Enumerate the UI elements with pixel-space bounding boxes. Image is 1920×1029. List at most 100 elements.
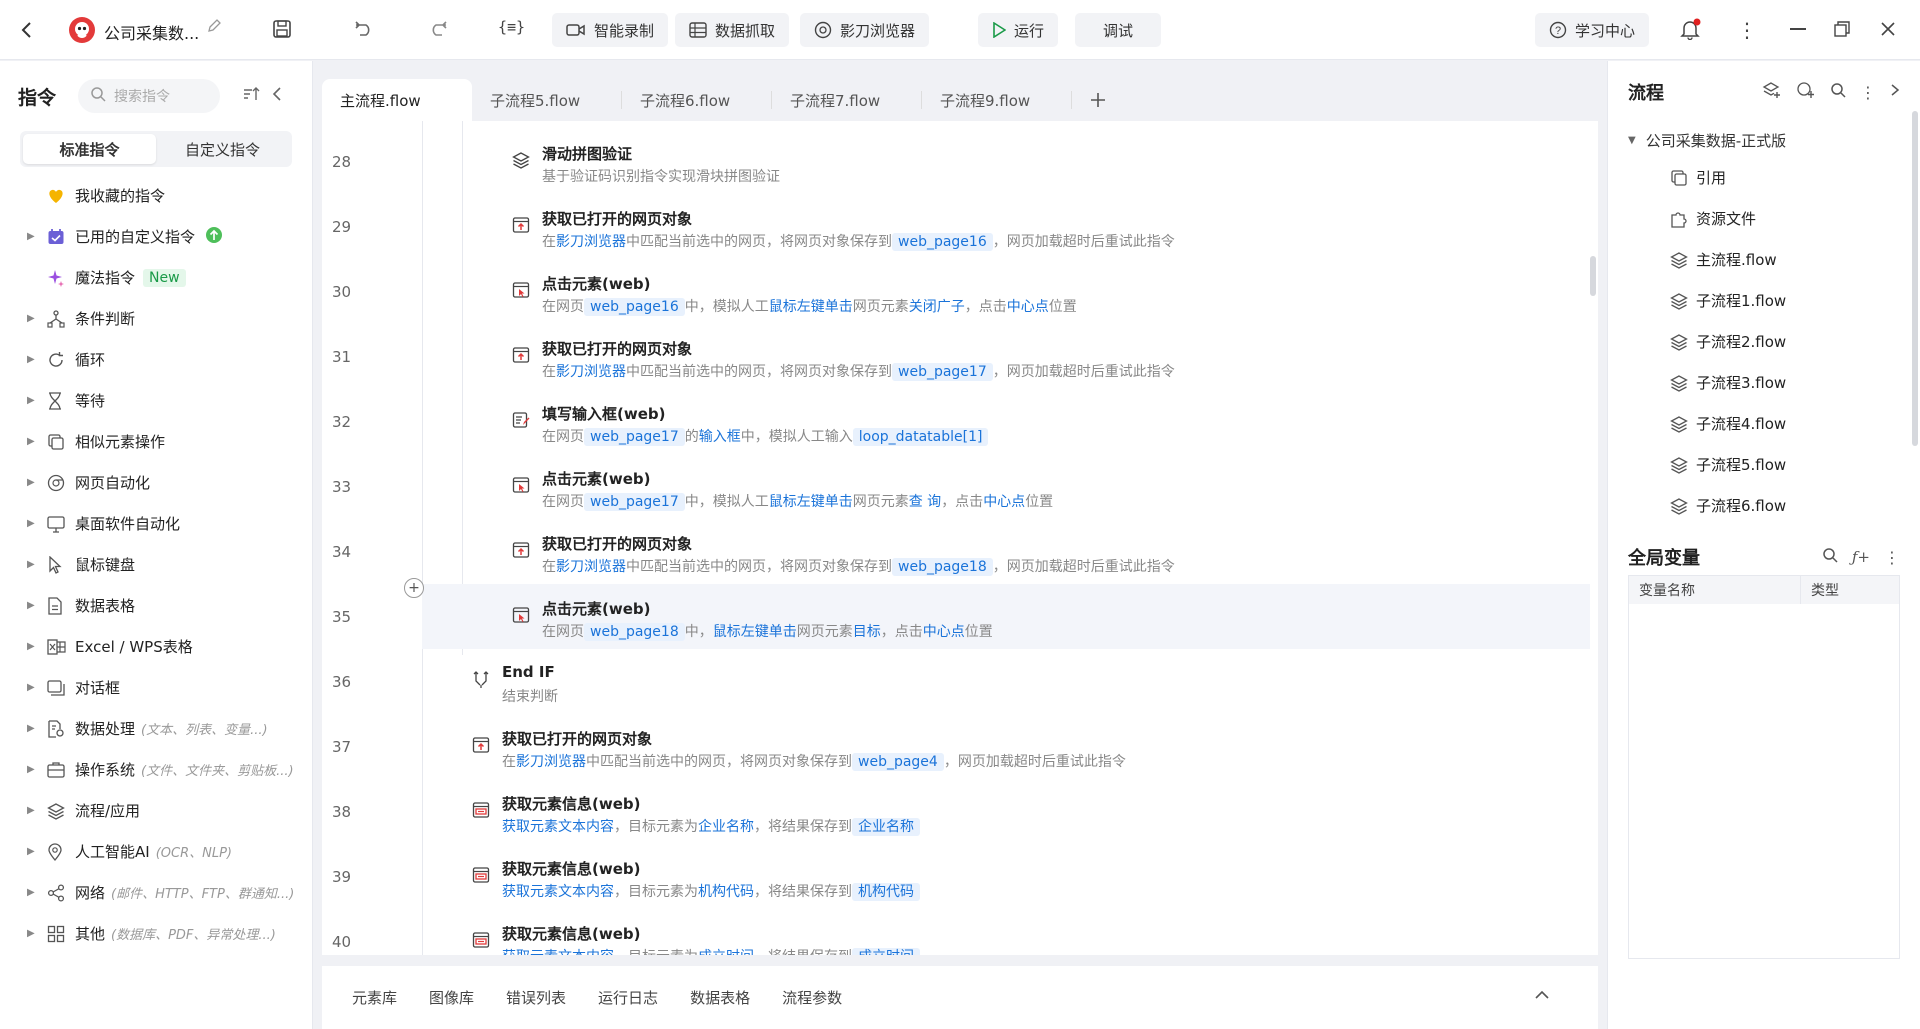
- command-category-item[interactable]: ▶ 桌面软件自动化: [0, 503, 312, 544]
- param-link[interactable]: 输入框: [699, 429, 741, 445]
- bottom-tab[interactable]: 图像库: [429, 987, 474, 1008]
- project-tree-root[interactable]: ▼ 公司采集数据-正式版: [1608, 123, 1920, 157]
- command-category-item[interactable]: ▶ 等待: [0, 380, 312, 421]
- variable-chip[interactable]: web_page17: [892, 363, 993, 381]
- command-category-item[interactable]: ▶ 网络 (邮件、HTTP、FTP、群通知...): [0, 872, 312, 913]
- variable-chip[interactable]: 企业名称: [852, 818, 920, 836]
- variable-chip[interactable]: web_page17: [584, 493, 685, 511]
- command-category-item[interactable]: ▶ 其他 (数据库、PDF、异常处理...): [0, 913, 312, 954]
- command-category-item[interactable]: ▶ 对话框: [0, 667, 312, 708]
- command-category-item[interactable]: ▶ 数据处理 (文本、列表、变量...): [0, 708, 312, 749]
- bottom-tab[interactable]: 运行日志: [598, 987, 658, 1008]
- flow-line[interactable]: 点击元素(web) 在网页 web_page16 中，模拟人工鼠标左键单击网页元素关闭…: [512, 259, 1598, 324]
- bottom-tab[interactable]: 流程参数: [782, 987, 842, 1008]
- param-link[interactable]: 企业名称: [698, 819, 754, 835]
- param-link[interactable]: 鼠标左键单击: [769, 299, 853, 315]
- sort-icon[interactable]: [242, 86, 260, 106]
- variable-chip[interactable]: 机构代码: [852, 883, 920, 901]
- variable-chip[interactable]: web_page18: [892, 558, 993, 576]
- save-icon[interactable]: [272, 19, 292, 43]
- param-link[interactable]: 影刀浏览器: [556, 559, 626, 575]
- command-category-item[interactable]: ▶ 流程/应用: [0, 790, 312, 831]
- add-step-icon[interactable]: +: [404, 578, 424, 598]
- command-category-item[interactable]: ▶ 数据表格: [0, 585, 312, 626]
- more-icon[interactable]: ⋮: [1884, 548, 1900, 567]
- param-link[interactable]: 影刀浏览器: [516, 754, 586, 770]
- flow-tab[interactable]: 主流程.flow: [322, 79, 472, 121]
- code-view-icon[interactable]: {≡}: [498, 18, 525, 36]
- variable-chip[interactable]: web_page4: [852, 753, 944, 771]
- flow-line[interactable]: 点击元素(web) 在网页 web_page18 中，鼠标左键单击网页元素目标，点击中…: [512, 584, 1598, 649]
- flow-line[interactable]: 滑动拼图验证 基于验证码识别指令实现滑块拼图验证: [512, 129, 1598, 194]
- smart-record-button[interactable]: 智能录制: [552, 13, 669, 47]
- add-tab-icon[interactable]: [1072, 79, 1124, 121]
- flow-tab[interactable]: 子流程7.flow: [772, 79, 922, 121]
- collapse-panel-icon[interactable]: [272, 86, 282, 106]
- variable-chip[interactable]: web_page17: [584, 428, 685, 446]
- data-capture-button[interactable]: 数据抓取: [675, 13, 790, 47]
- param-link[interactable]: 机构代码: [698, 884, 754, 900]
- redo-icon[interactable]: [428, 19, 448, 43]
- variable-chip[interactable]: 成立时间: [852, 948, 920, 955]
- param-link[interactable]: 查 询: [909, 494, 941, 510]
- chevron-up-icon[interactable]: [1534, 986, 1550, 1004]
- debug-button[interactable]: 调试: [1075, 13, 1162, 47]
- flow-line[interactable]: 获取元素信息(web) 获取元素文本内容，目标元素为企业名称，将结果保存到 企业名称: [472, 779, 1598, 844]
- variable-chip[interactable]: web_page18: [584, 623, 685, 641]
- flow-line[interactable]: 获取已打开的网页对象 在影刀浏览器中匹配当前选中的网页，将网页对象保存到 web_p…: [512, 194, 1598, 259]
- command-category-item[interactable]: ▶ 鼠标键盘: [0, 544, 312, 585]
- param-link[interactable]: 中心点: [923, 624, 965, 640]
- param-link[interactable]: 获取元素文本内容: [502, 819, 614, 835]
- flow-tab[interactable]: 子流程9.flow: [922, 79, 1072, 121]
- command-category-item[interactable]: ▶ 操作系统 (文件、文件夹、剪贴板...): [0, 749, 312, 790]
- flow-tree-item[interactable]: 子流程1.flow: [1608, 280, 1920, 321]
- flow-tree-scrollbar[interactable]: [1912, 111, 1918, 446]
- command-category-item[interactable]: ▶ 条件判断: [0, 298, 312, 339]
- param-link[interactable]: 中心点: [983, 494, 1025, 510]
- flow-tree-item[interactable]: 主流程.flow: [1608, 239, 1920, 280]
- flow-tree-item[interactable]: 子流程5.flow: [1608, 444, 1920, 485]
- flow-tree-item[interactable]: 子流程4.flow: [1608, 403, 1920, 444]
- command-category-item[interactable]: ▶ 网页自动化: [0, 462, 312, 503]
- command-category-item[interactable]: ▶ 相似元素操作: [0, 421, 312, 462]
- variable-chip[interactable]: loop_datatable[1]: [852, 428, 989, 446]
- variable-chip[interactable]: web_page16: [584, 298, 685, 316]
- flow-line[interactable]: 获取已打开的网页对象 在影刀浏览器中匹配当前选中的网页，将网页对象保存到 web_p…: [512, 519, 1598, 584]
- bottom-tab[interactable]: 错误列表: [506, 987, 566, 1008]
- flow-tab[interactable]: 子流程5.flow: [472, 79, 622, 121]
- command-category-item[interactable]: 我收藏的指令: [0, 175, 312, 216]
- more-menu-icon[interactable]: ⋮: [1737, 18, 1757, 42]
- command-category-item[interactable]: ▶ 已用的自定义指令: [0, 216, 312, 257]
- browser-button[interactable]: 影刀浏览器: [800, 13, 930, 47]
- add-resource-icon[interactable]: [1796, 81, 1816, 103]
- flow-line[interactable]: 点击元素(web) 在网页 web_page17 中，模拟人工鼠标左键单击网页元素查 …: [512, 454, 1598, 519]
- param-link[interactable]: 获取元素文本内容: [502, 884, 614, 900]
- flow-tree-item[interactable]: 子流程6.flow: [1608, 485, 1920, 526]
- learning-center-button[interactable]: ? 学习中心: [1535, 13, 1650, 47]
- flow-line[interactable]: 填写输入框(web) 在网页 web_page17 的输入框中，模拟人工输入 loop_…: [512, 389, 1598, 454]
- flow-line[interactable]: 获取元素信息(web)获取元素文本内容，目标元素为成立时间，将结果保存到成立时间: [472, 909, 1598, 955]
- chevron-right-icon[interactable]: [1890, 83, 1900, 101]
- command-category-item[interactable]: ▶ Excel / WPS表格: [0, 626, 312, 667]
- add-variable-icon[interactable]: ƒ+: [1852, 548, 1870, 566]
- bottom-tab[interactable]: 元素库: [352, 987, 397, 1008]
- flow-line[interactable]: End IF 结束判断: [472, 649, 1598, 714]
- param-link[interactable]: 鼠标左键单击: [713, 624, 797, 640]
- flow-tree-item[interactable]: 子流程3.flow: [1608, 362, 1920, 403]
- command-category-item[interactable]: ▶ 循环: [0, 339, 312, 380]
- param-link[interactable]: 目标: [853, 624, 881, 640]
- param-link[interactable]: 影刀浏览器: [556, 364, 626, 380]
- command-search-input[interactable]: 搜索指令: [78, 79, 221, 113]
- run-button[interactable]: 运行: [978, 13, 1059, 47]
- tab-custom-commands[interactable]: 自定义指令: [156, 134, 289, 164]
- flow-tab[interactable]: 子流程6.flow: [622, 79, 772, 121]
- param-link[interactable]: 鼠标左键单击: [769, 494, 853, 510]
- restore-icon[interactable]: [1834, 21, 1850, 41]
- param-link[interactable]: 影刀浏览器: [556, 234, 626, 250]
- param-link[interactable]: 获取元素文本内容: [502, 949, 614, 955]
- back-icon[interactable]: [14, 13, 38, 47]
- search-icon[interactable]: [1822, 547, 1838, 567]
- flow-line[interactable]: 获取元素信息(web) 获取元素文本内容，目标元素为机构代码，将结果保存到 机构代码: [472, 844, 1598, 909]
- flow-line[interactable]: 获取已打开的网页对象 在影刀浏览器中匹配当前选中的网页，将网页对象保存到 web_p…: [472, 714, 1598, 779]
- flow-tree-item[interactable]: 资源文件: [1608, 198, 1920, 239]
